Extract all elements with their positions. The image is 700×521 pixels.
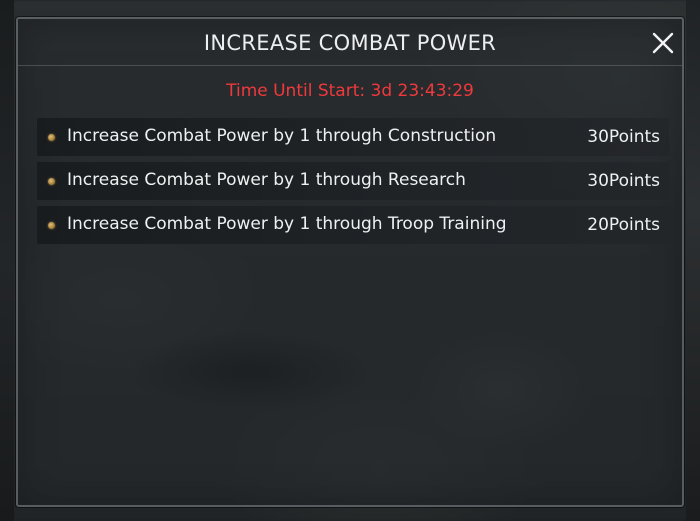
task-row: Increase Combat Power by 1 through Const… [37,118,669,156]
bullet-icon [48,222,55,229]
task-label: Increase Combat Power by 1 through Resea… [67,170,466,190]
background-edge-left [0,0,14,521]
task-points: 20Points [587,215,660,235]
task-label: Increase Combat Power by 1 through Const… [67,126,497,146]
bullet-icon [48,178,55,185]
task-row: Increase Combat Power by 1 through Resea… [37,162,669,200]
dialog-header: INCREASE COMBAT POWER [18,19,682,66]
task-points: 30Points [587,171,660,191]
task-label: Increase Combat Power by 1 through Troop… [67,214,507,234]
background-edge-right [686,0,700,521]
start-timer: Time Until Start: 3d 23:43:29 [226,81,474,101]
close-button[interactable] [650,30,676,56]
task-row: Increase Combat Power by 1 through Troop… [37,206,669,244]
task-points: 30Points [587,127,660,147]
dialog-title: INCREASE COMBAT POWER [203,31,497,55]
combat-power-dialog: INCREASE COMBAT POWER Time Until Start: … [16,17,684,507]
close-icon [652,32,674,54]
bullet-icon [48,134,55,141]
task-list: Increase Combat Power by 1 through Const… [37,118,669,250]
